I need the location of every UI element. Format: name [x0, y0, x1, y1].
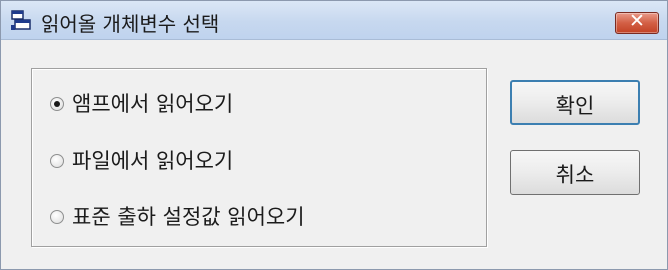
radio-button-icon[interactable]: [50, 210, 64, 224]
option-label[interactable]: 표준 출하 설정값 읽어오기: [72, 201, 305, 231]
cancel-button-label: 취소: [555, 163, 595, 187]
ok-button-label: 확인: [555, 94, 595, 118]
radio-button-icon[interactable]: [50, 97, 64, 111]
application-window-icon: [11, 10, 31, 30]
option-label[interactable]: 파일에서 읽어오기: [72, 145, 233, 175]
ok-button[interactable]: 확인: [510, 80, 640, 125]
close-button[interactable]: ✕: [615, 10, 659, 34]
dialog-window: 읽어올 개체변수 선택 ✕ 앰프에서 읽어오기 파일에서 읽어오기 표준 출하 …: [0, 0, 668, 270]
radio-selected-dot: [54, 101, 60, 107]
title-bar[interactable]: 읽어올 개체변수 선택 ✕: [1, 1, 667, 40]
close-icon: ✕: [629, 10, 645, 32]
option-label[interactable]: 앰프에서 읽어오기: [72, 88, 233, 118]
window-title: 읽어올 개체변수 선택: [41, 12, 220, 36]
radio-button-icon[interactable]: [50, 154, 64, 168]
cancel-button[interactable]: 취소: [510, 150, 640, 195]
source-options-group: 앰프에서 읽어오기 파일에서 읽어오기 표준 출하 설정값 읽어오기: [31, 68, 487, 247]
